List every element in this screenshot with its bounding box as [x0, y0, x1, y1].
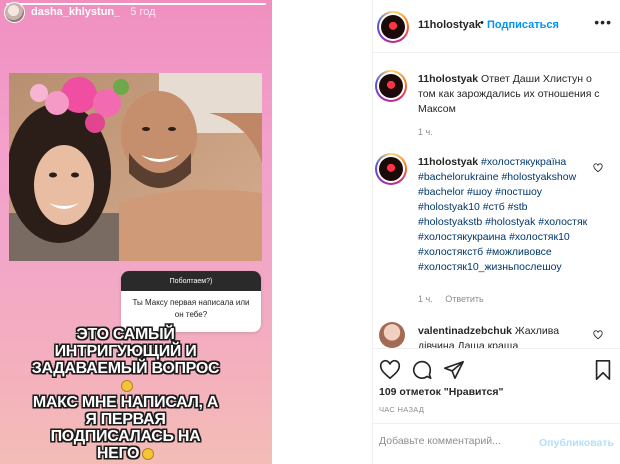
story-avatar [4, 1, 25, 23]
caption-line: Я ПЕРВАЯ [85, 411, 166, 428]
comment-username[interactable]: valentinadzebchuk [418, 325, 512, 337]
story-photo [9, 73, 262, 261]
comment-hashtags[interactable]: #холостякукраїна #bachelorukraine #holos… [418, 156, 587, 273]
grin-emoji-icon [121, 379, 133, 392]
story-time: 5 год [130, 6, 156, 18]
heart-icon[interactable] [593, 163, 603, 173]
comment-avatar[interactable] [375, 153, 407, 185]
comment-icon[interactable] [411, 359, 433, 381]
profile-logo-icon [379, 74, 403, 98]
comment-avatar[interactable] [379, 322, 405, 348]
caption-avatar[interactable] [375, 70, 407, 102]
action-bar [373, 348, 620, 388]
add-comment-bar: Опубликовать [373, 423, 620, 464]
laugh-emoji-icon [142, 447, 155, 460]
caption-line: ЭТО САМЫЙ [76, 326, 175, 343]
bookmark-icon[interactable] [592, 359, 614, 381]
caption-username[interactable]: 11holostyak [418, 73, 478, 85]
story-username: dasha_khlystun_ [31, 6, 121, 18]
likes-count[interactable]: 109 отметок "Нравится" [379, 386, 503, 398]
more-horizontal-icon[interactable]: ••• [594, 14, 612, 30]
caption-time[interactable]: 1 ч. [418, 127, 433, 137]
like-heart-icon[interactable] [379, 359, 401, 381]
header-username[interactable]: 11holostyak [418, 19, 481, 31]
follow-button[interactable]: Подписаться [487, 19, 559, 31]
post-header: 11holostyak • Подписаться ••• [373, 0, 620, 53]
story-caption: ЭТО САМЫЙ ИНТРИГУЮЩИЙ И ЗАДАВАЕМЫЙ ВОПРО… [18, 326, 233, 462]
caption-line: ИНТРИГУЮЩИЙ И [54, 343, 197, 360]
caption-line-last: НЕГО [18, 445, 233, 462]
story-screenshot: dasha_khlystun_ 5 год Поболтаем?) Ты Мак… [0, 0, 272, 464]
comment-time[interactable]: 1 ч. [418, 294, 433, 304]
publish-button[interactable]: Опубликовать [539, 437, 614, 449]
profile-logo-icon [379, 157, 403, 181]
share-icon[interactable] [443, 359, 465, 381]
instagram-post-view: dasha_khlystun_ 5 год Поболтаем?) Ты Мак… [0, 0, 620, 464]
profile-logo-icon [381, 15, 405, 39]
caption-line: ЗАДАВАЕМЫЙ ВОПРОС [31, 360, 220, 377]
caption-line-emoji [18, 377, 233, 394]
question-header: Поболтаем?) [121, 271, 261, 291]
comment-input[interactable] [379, 435, 539, 447]
caption-line: МАКС МНЕ НАПИСАЛ, А [32, 394, 219, 411]
story-header: dasha_khlystun_ 5 год [4, 1, 156, 23]
heart-icon[interactable] [593, 330, 603, 340]
header-dot: • [480, 17, 484, 29]
post-timestamp: ЧАС НАЗАД [379, 405, 425, 414]
caption-line: НЕГО [96, 445, 140, 462]
comment-username[interactable]: 11holostyak [418, 156, 478, 168]
caption-line: ПОДПИСАЛАСЬ НА [50, 428, 201, 445]
header-avatar[interactable] [377, 11, 409, 43]
post-panel: 11holostyak • Подписаться ••• 11holostya… [372, 0, 620, 464]
couple-photo-image [9, 73, 262, 261]
reply-button[interactable]: Ответить [445, 294, 483, 304]
comment-item: valentinadzebchuk Жахлива дівчина Даша к… [373, 322, 620, 348]
question-text: Ты Максу первая написала или он тебе? [132, 298, 250, 319]
question-sticker: Поболтаем?) Ты Максу первая написала или… [121, 271, 261, 332]
